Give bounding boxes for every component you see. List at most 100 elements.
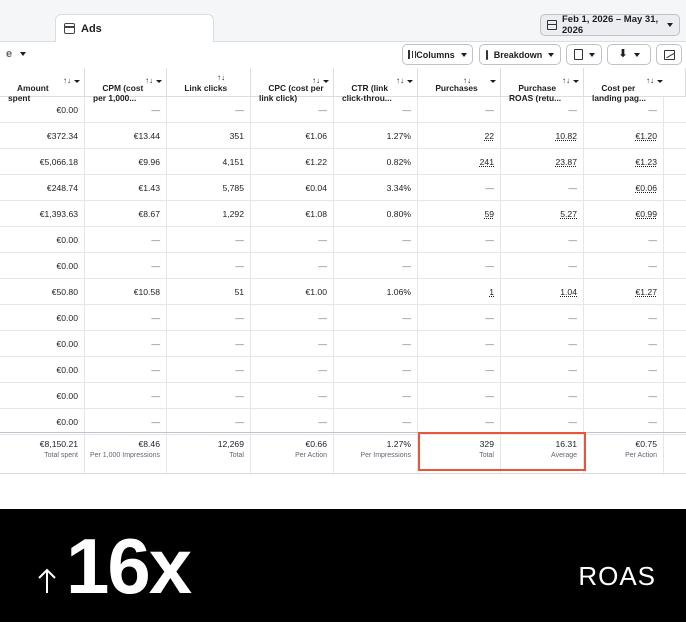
cell-value: €10.58: [133, 287, 160, 297]
table-row[interactable]: €0.00 — — — — — — —: [0, 97, 686, 123]
table-row[interactable]: €0.00 — — — — — — —: [0, 357, 686, 383]
table-row[interactable]: €248.74 €1.43 5,785 €0.04 3.34% — — €0.06: [0, 175, 686, 201]
sort-icon[interactable]: ↑↓: [312, 76, 320, 86]
totals-cell: €0.75 Per Action: [584, 433, 664, 475]
chevron-down-icon[interactable]: [573, 79, 579, 83]
total-label: Per Action: [295, 452, 327, 459]
column-header-link-clicks[interactable]: Link clicks ↑↓: [167, 68, 251, 97]
total-value: €0.66: [305, 439, 327, 449]
table-row[interactable]: €372.34 €13.44 351 €1.06 1.27% 22 10.82 €1.20: [0, 123, 686, 149]
table-row[interactable]: €0.00 — — — — — — —: [0, 253, 686, 279]
cell-value: —: [568, 391, 577, 401]
cell-value[interactable]: €1.27: [635, 287, 657, 297]
cell-value[interactable]: 10.82: [555, 131, 577, 141]
columns-button[interactable]: Columns: [402, 44, 473, 65]
column-header-cost-per-landing-page[interactable]: Cost per landing pag... ↑↓: [584, 68, 686, 103]
cell-value[interactable]: 1: [489, 287, 494, 297]
column-header-amount-spent[interactable]: Amount spent ↑↓: [0, 68, 85, 103]
cell-value: —: [402, 339, 411, 349]
sort-icon[interactable]: ↑↓: [396, 76, 404, 86]
cell-value: €9.96: [138, 157, 160, 167]
table-row[interactable]: €0.00 — — — — — — —: [0, 331, 686, 357]
cell-value: €1.08: [305, 209, 327, 219]
cell-value: —: [318, 261, 327, 271]
table-cell: —: [501, 253, 584, 279]
cell-value: €0.04: [305, 183, 327, 193]
chevron-down-icon[interactable]: [657, 79, 663, 83]
cell-value[interactable]: 241: [480, 157, 494, 167]
column-header-cpm[interactable]: CPM (cost per 1,000... ↑↓: [85, 68, 167, 103]
table-cell: €0.99: [584, 201, 664, 227]
table-row[interactable]: €0.00 — — — — — — —: [0, 227, 686, 253]
cell-value[interactable]: 22: [484, 131, 494, 141]
cell-value[interactable]: 1.04: [560, 287, 577, 297]
table-cell: 5,785: [167, 175, 251, 201]
date-range-picker[interactable]: Feb 1, 2026 – May 31, 2026: [540, 14, 680, 36]
chevron-down-icon[interactable]: [323, 79, 329, 83]
purchases-roas-highlight: [418, 432, 586, 471]
column-header-ctr[interactable]: CTR (link click-throu... ↑↓: [334, 68, 418, 103]
cell-value: €0.00: [56, 391, 78, 401]
sort-icon[interactable]: ↑↓: [217, 73, 225, 83]
table-cell: 1: [418, 279, 501, 305]
cell-value[interactable]: €0.06: [635, 183, 657, 193]
header-controls: ↑↓: [646, 76, 663, 86]
cell-value[interactable]: 5.27: [560, 209, 577, 219]
column-header-cpc[interactable]: CPC (cost per link click) ↑↓: [251, 68, 334, 103]
table-cell: 51: [167, 279, 251, 305]
table-cell: —: [251, 227, 334, 253]
totals-cell: 1.27% Per Impressions: [334, 433, 418, 475]
cell-value[interactable]: €0.99: [635, 209, 657, 219]
view-selector[interactable]: e: [6, 48, 27, 60]
table-cell: 3.34%: [334, 175, 418, 201]
cell-value: —: [402, 365, 411, 375]
table-cell: 4,151: [167, 149, 251, 175]
sort-icon[interactable]: ↑↓: [145, 76, 153, 86]
cell-value[interactable]: 59: [484, 209, 494, 219]
reports-button[interactable]: [566, 44, 602, 65]
cell-value[interactable]: €1.23: [635, 157, 657, 167]
cell-value[interactable]: 23.87: [555, 157, 577, 167]
cell-value: —: [485, 183, 494, 193]
cell-value[interactable]: €1.20: [635, 131, 657, 141]
table-cell: €0.00: [0, 305, 85, 331]
sort-icon[interactable]: ↑↓: [463, 76, 471, 86]
cell-value: €0.00: [56, 261, 78, 271]
chart-icon: [663, 49, 675, 60]
table-cell: €1.23: [584, 149, 664, 175]
table-cell: —: [418, 253, 501, 279]
cell-value: —: [568, 365, 577, 375]
table-cell: —: [85, 253, 167, 279]
table-cell: 0.82%: [334, 149, 418, 175]
table-row[interactable]: €5,066.18 €9.96 4,151 €1.22 0.82% 241 23.87 €1.…: [0, 149, 686, 175]
sort-icon[interactable]: ↑↓: [646, 76, 654, 86]
chevron-down-icon[interactable]: [156, 79, 162, 83]
header-controls: ↑↓: [463, 76, 496, 86]
table-row[interactable]: €50.80 €10.58 51 €1.00 1.06% 1 1.04 €1.27: [0, 279, 686, 305]
cell-value: 1,292: [222, 209, 244, 219]
sort-icon[interactable]: ↑↓: [562, 76, 570, 86]
table-cell: —: [584, 357, 664, 383]
table-row[interactable]: €0.00 — — — — — — —: [0, 305, 686, 331]
view-selector-label: e: [6, 48, 13, 60]
chevron-down-icon[interactable]: [490, 79, 496, 83]
cell-value: —: [318, 339, 327, 349]
chart-button[interactable]: [656, 44, 682, 65]
cell-value: —: [648, 365, 657, 375]
sort-icon[interactable]: ↑↓: [63, 76, 71, 86]
tab-ads[interactable]: Ads: [55, 14, 214, 42]
table-cell: —: [334, 357, 418, 383]
table-row[interactable]: €1,393.63 €8.67 1,292 €1.08 0.80% 59 5.27 €0.99: [0, 201, 686, 227]
total-value: €8,150.21: [39, 439, 78, 449]
chevron-down-icon[interactable]: [74, 79, 80, 83]
chevron-down-icon[interactable]: [407, 79, 413, 83]
export-button[interactable]: ⬇: [607, 44, 651, 65]
column-header-purchases[interactable]: Purchases ↑↓: [418, 68, 501, 97]
column-header-purchase-roas[interactable]: Purchase ROAS (retu... ↑↓: [501, 68, 584, 103]
cell-value: €0.00: [56, 105, 78, 115]
breakdown-button[interactable]: Breakdown: [479, 44, 561, 65]
total-label: Total spent: [44, 452, 78, 459]
cell-value: 4,151: [222, 157, 244, 167]
table-cell: 59: [418, 201, 501, 227]
table-row[interactable]: €0.00 — — — — — — —: [0, 383, 686, 409]
